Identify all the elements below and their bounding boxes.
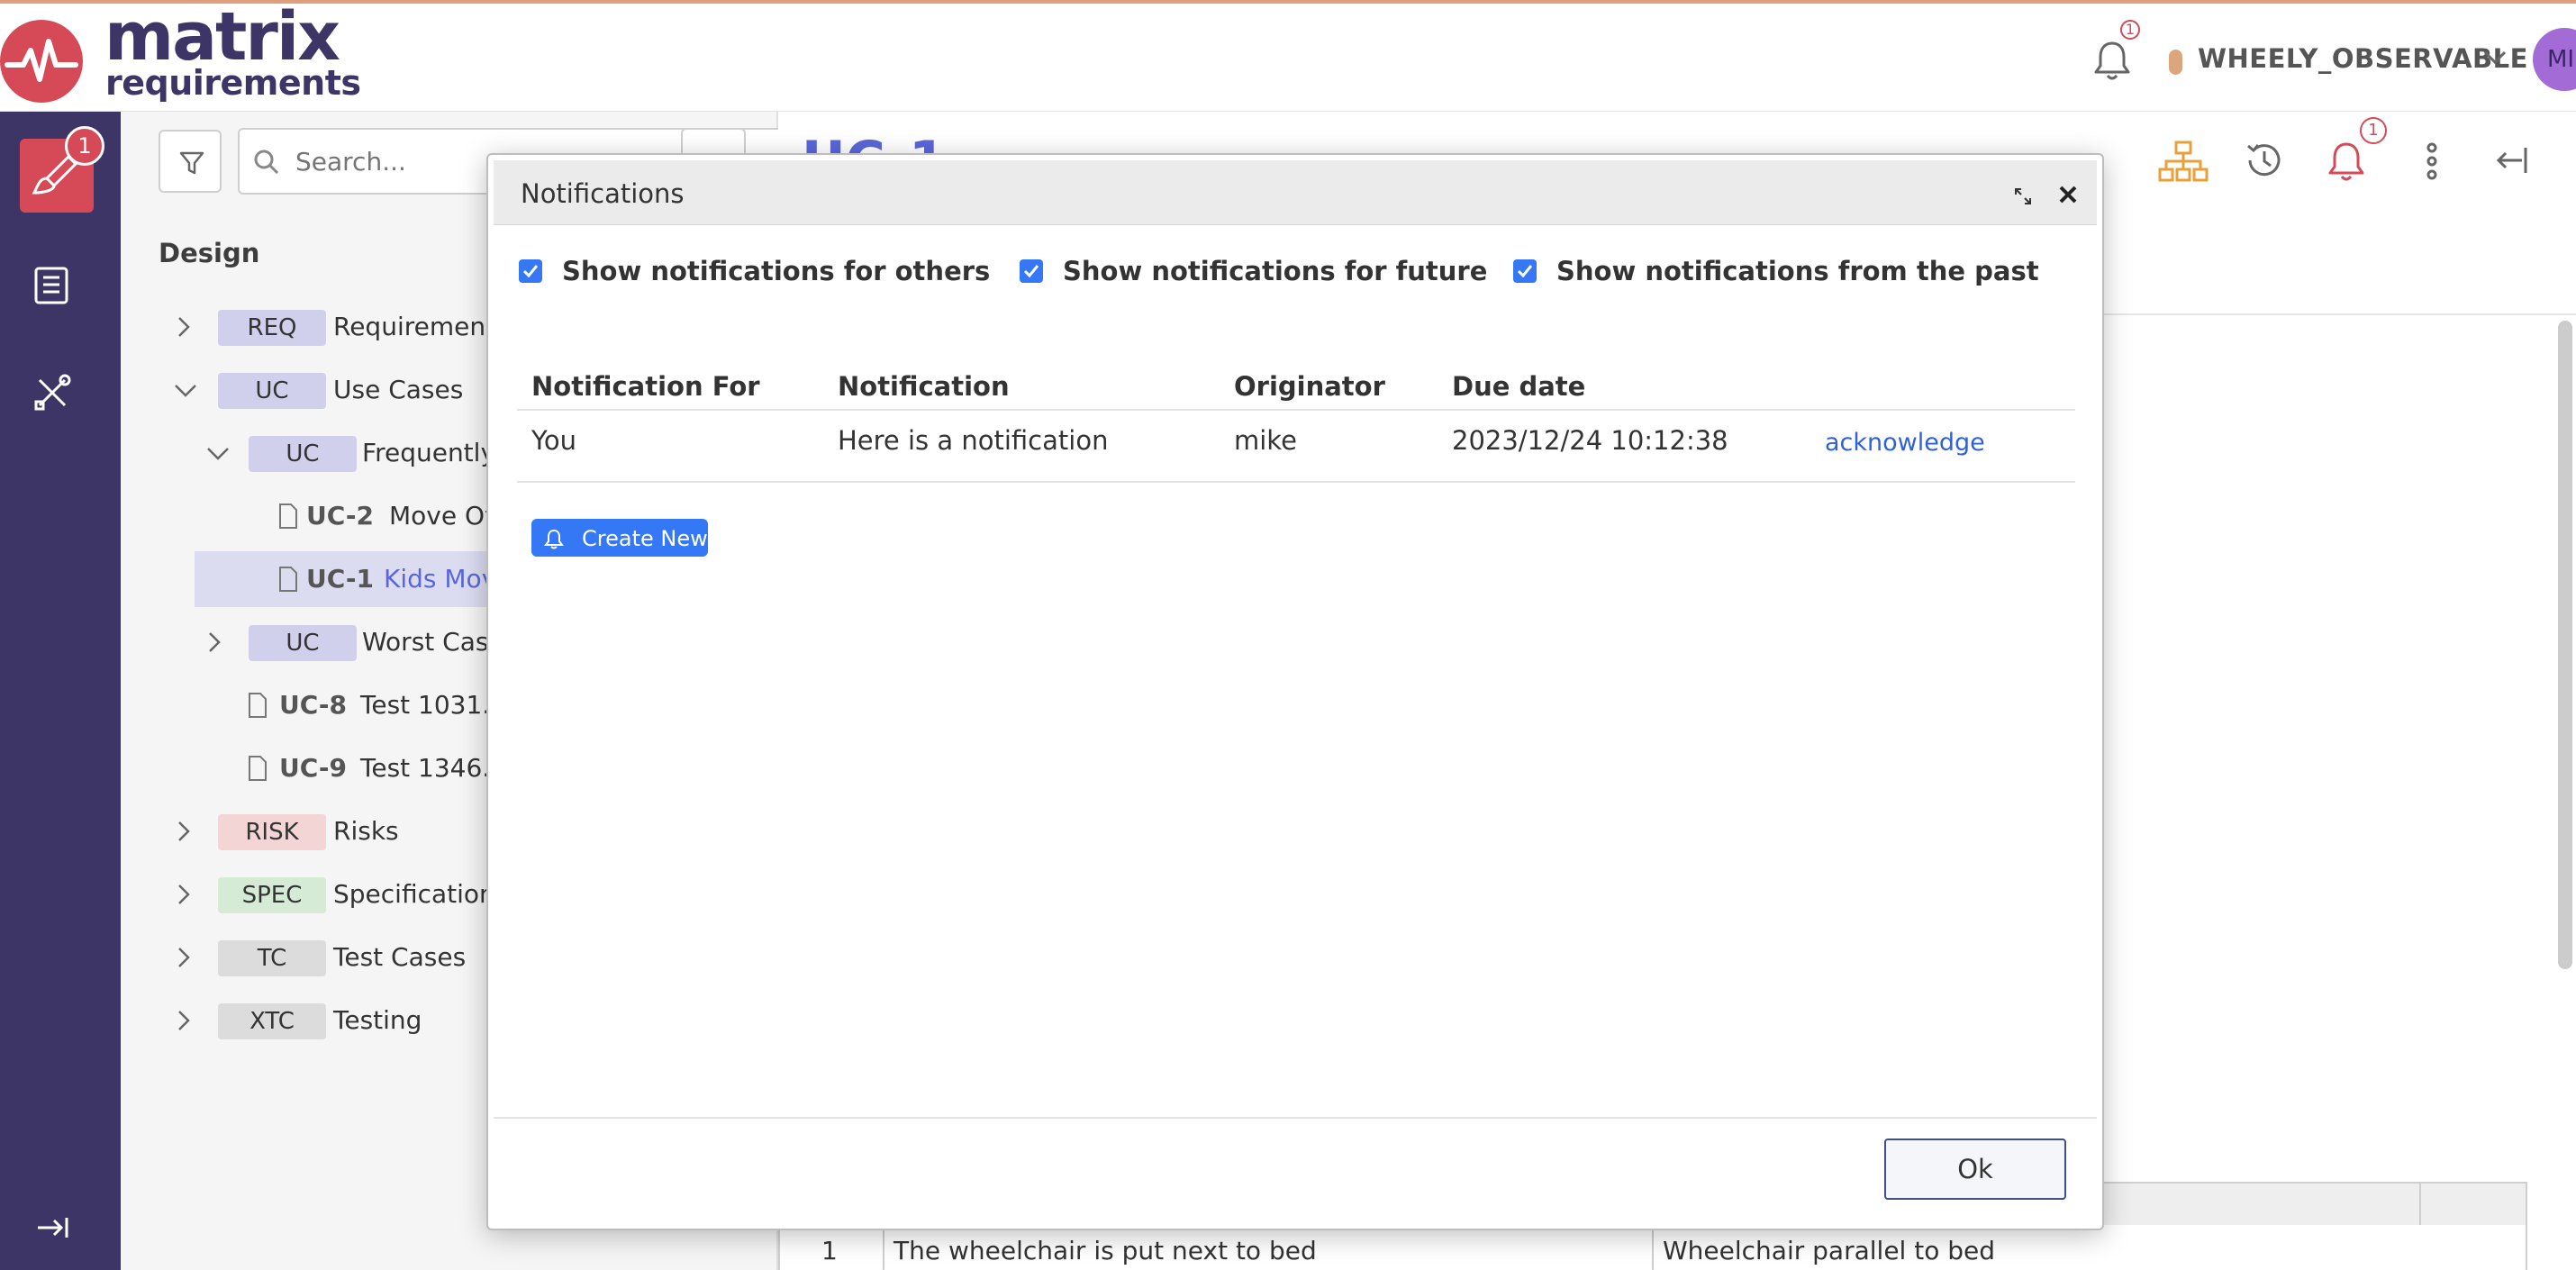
- chevron-right-icon: [178, 948, 190, 967]
- user-avatar[interactable]: MI: [2533, 28, 2576, 91]
- book-icon[interactable]: [32, 265, 70, 310]
- project-color-indicator: [2169, 50, 2182, 75]
- column-header-originator: Originator: [1234, 371, 1385, 402]
- cell-notification-text: Here is a notification: [838, 425, 1109, 456]
- chevron-right-icon: [178, 821, 190, 841]
- checkbox-icon[interactable]: [519, 259, 542, 283]
- document-icon: [279, 503, 297, 529]
- chevron-right-icon: [209, 632, 221, 652]
- category-label: Specification: [333, 879, 495, 909]
- content-scrollbar[interactable]: [2558, 321, 2572, 969]
- dialog-footer-divider: [494, 1117, 2097, 1119]
- folder-label: Worst Cas: [362, 627, 489, 657]
- chevron-down-icon[interactable]: [2482, 49, 2508, 70]
- checkbox-show-others[interactable]: Show notifications for others: [519, 254, 991, 290]
- step-number: 1: [821, 1236, 838, 1265]
- checkbox-label: Show notifications for future: [1063, 256, 1488, 286]
- table-row[interactable]: 1 The wheelchair is put next to bed Whee…: [778, 1225, 2527, 1270]
- column-header-for: Notification For: [531, 371, 760, 402]
- dialog-title: Notifications: [521, 178, 685, 209]
- history-icon[interactable]: [2243, 139, 2286, 182]
- more-vertical-icon[interactable]: [2423, 139, 2441, 184]
- category-tag: RISK: [218, 814, 326, 850]
- item-label: Move Ov: [389, 501, 500, 531]
- hierarchy-icon[interactable]: [2158, 139, 2209, 184]
- ok-button[interactable]: Ok: [1884, 1138, 2066, 1200]
- step-action: The wheelchair is put next to bed: [893, 1236, 1317, 1265]
- close-icon[interactable]: [2057, 184, 2079, 205]
- content-notification-badge: 1: [2360, 117, 2387, 144]
- maximize-icon[interactable]: [2014, 187, 2032, 205]
- item-id: UC-8: [279, 690, 348, 720]
- category-label: Use Cases: [333, 375, 464, 404]
- category-label: Test Cases: [333, 942, 467, 972]
- chevron-right-icon: [178, 884, 190, 904]
- category-tag: XTC: [218, 1003, 326, 1039]
- create-new-label: Create New: [582, 526, 708, 551]
- left-navigation: 1: [0, 112, 121, 1270]
- checkbox-show-future[interactable]: Show notifications for future: [1020, 254, 1488, 290]
- expand-right-icon[interactable]: [34, 1214, 70, 1245]
- filter-icon: [179, 151, 204, 175]
- category-tag: REQ: [218, 310, 326, 346]
- bell-icon[interactable]: [2326, 139, 2367, 184]
- nav-design-badge: 1: [65, 126, 104, 166]
- document-icon: [249, 693, 267, 718]
- project-name[interactable]: WHEELY_OBSERVABLE: [2198, 43, 2528, 74]
- item-id: UC-2: [306, 501, 375, 531]
- dialog-header[interactable]: Notifications: [494, 160, 2097, 225]
- item-label: Test 1346.7: [360, 753, 507, 783]
- checkbox-icon[interactable]: [1513, 259, 1537, 283]
- category-label: Risks: [333, 816, 399, 846]
- item-id: UC-1: [306, 564, 375, 594]
- folder-label: Frequently: [362, 438, 496, 467]
- item-label: Test 1031.2: [360, 690, 507, 720]
- search-icon: [254, 150, 279, 175]
- document-icon: [249, 756, 267, 781]
- table-header-divider: [517, 409, 2075, 411]
- table-row-divider: [517, 481, 2075, 483]
- header-notification-badge: 1: [2120, 20, 2140, 40]
- logo-text-requirements: requirements: [105, 63, 361, 103]
- cell-due-date: 2023/12/24 10:12:38: [1452, 425, 1728, 456]
- acknowledge-link[interactable]: acknowledge: [1825, 429, 1985, 457]
- chevron-down-icon: [175, 385, 196, 397]
- chevron-right-icon: [178, 1011, 190, 1030]
- checkbox-icon[interactable]: [1020, 259, 1043, 283]
- tree-title: Design: [159, 238, 260, 268]
- category-tag: UC: [249, 436, 357, 472]
- tools-icon[interactable]: [32, 373, 72, 416]
- filter-button[interactable]: [159, 130, 222, 193]
- header-bell-icon[interactable]: [2091, 38, 2133, 83]
- document-icon: [279, 567, 297, 592]
- category-tag: UC: [218, 373, 326, 409]
- cell-originator: mike: [1234, 425, 1297, 456]
- column-divider: [1652, 1225, 1654, 1270]
- category-tag: UC: [249, 625, 357, 661]
- create-new-button[interactable]: Create New: [531, 519, 708, 557]
- column-header-due-date: Due date: [1452, 371, 1586, 402]
- category-label: Requiremen: [333, 312, 486, 341]
- cell-notification-for: You: [531, 425, 576, 456]
- item-id: UC-9: [279, 753, 348, 783]
- matrix-logo-icon[interactable]: [0, 20, 83, 103]
- category-tag: SPEC: [218, 877, 326, 913]
- category-tag: TC: [218, 940, 326, 976]
- checkbox-label: Show notifications for others: [562, 256, 991, 286]
- notifications-dialog: Notifications Show notifications for oth…: [486, 153, 2104, 1230]
- chevron-right-icon: [178, 317, 190, 337]
- column-divider: [2419, 1184, 2421, 1225]
- checkbox-label: Show notifications from the past: [1556, 256, 2039, 286]
- step-expected: Wheelchair parallel to bed: [1663, 1236, 1996, 1265]
- app-header: matrix requirements 1 WHEELY_OBSERVABLE …: [0, 0, 2576, 112]
- bell-icon: [544, 529, 564, 549]
- column-divider: [883, 1225, 884, 1270]
- chevron-down-icon: [207, 448, 229, 460]
- category-label: Testing: [333, 1005, 422, 1035]
- checkbox-show-past[interactable]: Show notifications from the past: [1513, 254, 2039, 290]
- column-header-notification: Notification: [838, 371, 1010, 402]
- item-label: Kids Mov: [384, 564, 497, 594]
- collapse-left-icon[interactable]: [2490, 144, 2529, 177]
